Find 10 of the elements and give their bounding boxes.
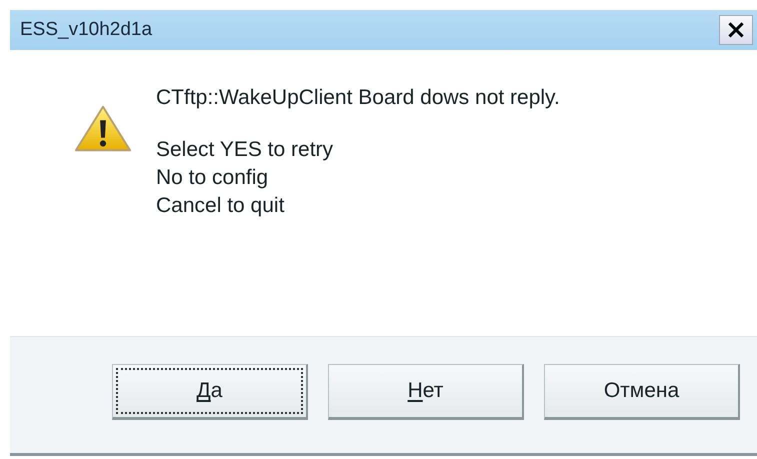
message-text: CTftp::WakeUpClient Board dows not reply.: [156, 86, 560, 110]
dialog-button[interactable]: Нет: [328, 364, 524, 420]
instruction-text: No to config: [156, 165, 270, 191]
instruction-text: Select YES to retry: [156, 137, 334, 163]
close-button[interactable]: ×: [719, 15, 753, 45]
warning-icon: [74, 104, 132, 154]
dialog-button[interactable]: Отмена: [544, 364, 740, 420]
window-title: ESS_v10h2d1a: [20, 19, 152, 41]
dialog-button[interactable]: Да: [112, 364, 308, 420]
instruction-text: Cancel to quit: [156, 193, 286, 219]
